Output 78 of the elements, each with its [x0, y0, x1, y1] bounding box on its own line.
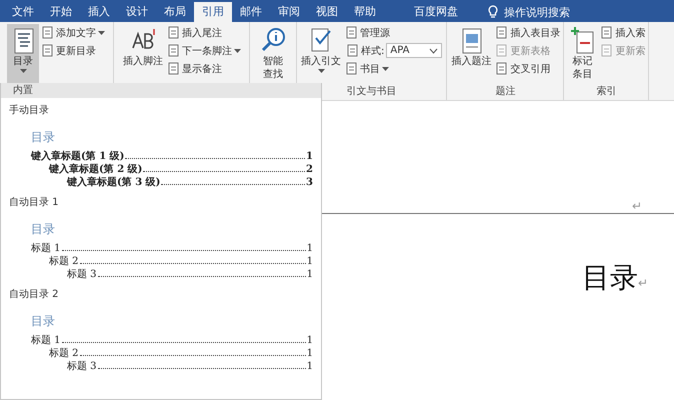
- style-dropdown[interactable]: APA: [386, 43, 442, 58]
- ribbon-tab[interactable]: 帮助: [346, 2, 384, 22]
- caret-icon: [98, 30, 105, 34]
- ribbon-button[interactable]: 插入脚注: [121, 24, 165, 85]
- caret-icon: [382, 66, 389, 70]
- ribbon-tab[interactable]: 视图: [308, 2, 346, 22]
- toc-entry-text: 标题 1: [31, 334, 61, 347]
- ribbon-tab[interactable]: 布局: [156, 2, 194, 22]
- toc-entry-text: 标题 3: [67, 268, 97, 281]
- page-number: 1: [306, 361, 313, 372]
- ribbon-tab[interactable]: 百度网盘: [406, 2, 466, 22]
- page-number: 1: [306, 243, 313, 254]
- toc-entry-text: 键入章标题(第 3 级): [67, 175, 160, 189]
- page-number: 1: [306, 269, 313, 280]
- ribbon-button[interactable]: 书目: [344, 60, 444, 77]
- ribbon-button[interactable]: 标记条目: [566, 24, 598, 85]
- caret-icon: [318, 69, 324, 73]
- page-number: 1: [306, 151, 313, 162]
- toc-entry-text: 标题 2: [49, 254, 79, 268]
- ribbon-button[interactable]: 插入题注: [449, 24, 494, 85]
- toc-entry-text: 键入章标题(第 2 级): [49, 162, 142, 176]
- ribbon-tab[interactable]: 插入: [80, 2, 118, 22]
- ribbon-button[interactable]: 添加文字: [40, 24, 106, 41]
- page-icon: [600, 44, 614, 57]
- group-label: 索引: [596, 86, 616, 97]
- gallery-section-label: 自动目录 2: [8, 288, 59, 301]
- page-number: 1: [306, 256, 313, 267]
- document-heading: 目录: [582, 260, 638, 296]
- ribbon-tab[interactable]: 审阅: [270, 2, 308, 22]
- magnifier-info-icon: [259, 26, 287, 54]
- toc-preview-title: 目录: [31, 129, 55, 146]
- gallery-section-label: 手动目录: [8, 104, 49, 117]
- ribbon-button[interactable]: 显示备注: [166, 60, 242, 77]
- toc-preview-title: 目录: [31, 313, 55, 330]
- paragraph-mark: ↵: [638, 276, 648, 290]
- ribbon-button[interactable]: 插入尾注: [166, 24, 242, 41]
- toc-entry-text: 键入章标题(第 1 级): [31, 149, 124, 163]
- ribbon-tab[interactable]: 引用: [194, 2, 232, 22]
- page-icon: [495, 26, 508, 39]
- ribbon-button[interactable]: 下一条脚注: [166, 42, 242, 59]
- paragraph-mark: ↵: [632, 199, 642, 213]
- toc-preview[interactable]: 目录 标题 1 1 标题 2 1 标题 3 1: [1, 301, 321, 374]
- toc-preview[interactable]: 目录 键入章标题(第 1 级) 1 键入章标题(第 2 级) 2 键入章标题(第 3 级) 3: [1, 117, 321, 190]
- toc-entry-text: 标题 1: [31, 242, 61, 255]
- ribbon-button[interactable]: 交叉引用: [494, 60, 562, 77]
- ribbon-button[interactable]: 目录: [7, 24, 39, 85]
- ribbon-tab[interactable]: 邮件: [232, 2, 270, 22]
- tell-me-search[interactable]: 操作说明搜索: [482, 2, 576, 22]
- ribbon-button[interactable]: 插入表目录: [494, 24, 562, 41]
- ribbon-button[interactable]: 更新目录: [40, 42, 106, 59]
- ribbon-tab[interactable]: 开始: [42, 2, 80, 22]
- style-label: 样式:: [361, 44, 384, 58]
- group-label: 题注: [495, 86, 516, 97]
- ribbon-button[interactable]: 插入引文: [299, 24, 343, 85]
- group-label: 引文与书目: [346, 86, 397, 97]
- ribbon-tab[interactable]: 设计: [118, 2, 156, 22]
- ribbon-tab[interactable]: 文件: [4, 2, 42, 22]
- ribbon-button[interactable]: 插入索: [599, 24, 646, 41]
- page-number: 2: [306, 164, 313, 175]
- lightbulb-icon: [488, 5, 498, 19]
- page-icon: [167, 62, 180, 75]
- ribbon-button[interactable]: 智能查找: [257, 24, 289, 85]
- page-number: 1: [306, 348, 313, 359]
- chevron-icon: [429, 48, 438, 54]
- toc-entry-text: 标题 3: [67, 360, 97, 373]
- gallery-header: 内置: [1, 83, 321, 98]
- toc-entry-text: 标题 2: [49, 346, 79, 360]
- page-icon: [495, 44, 508, 57]
- page-number: 1: [306, 335, 313, 346]
- page-icon: [600, 26, 614, 39]
- toc-preview[interactable]: 目录 标题 1 1 标题 2 1 标题 3 1: [1, 209, 321, 282]
- toc-preview-title: 目录: [31, 221, 55, 238]
- ribbon-button[interactable]: 管理源: [344, 24, 444, 41]
- gallery-section-label: 自动目录 1: [8, 196, 59, 209]
- mark-entry-icon: [568, 26, 596, 54]
- caret-icon: [20, 69, 26, 73]
- caret-icon: [234, 48, 241, 52]
- page-number: 3: [306, 177, 313, 188]
